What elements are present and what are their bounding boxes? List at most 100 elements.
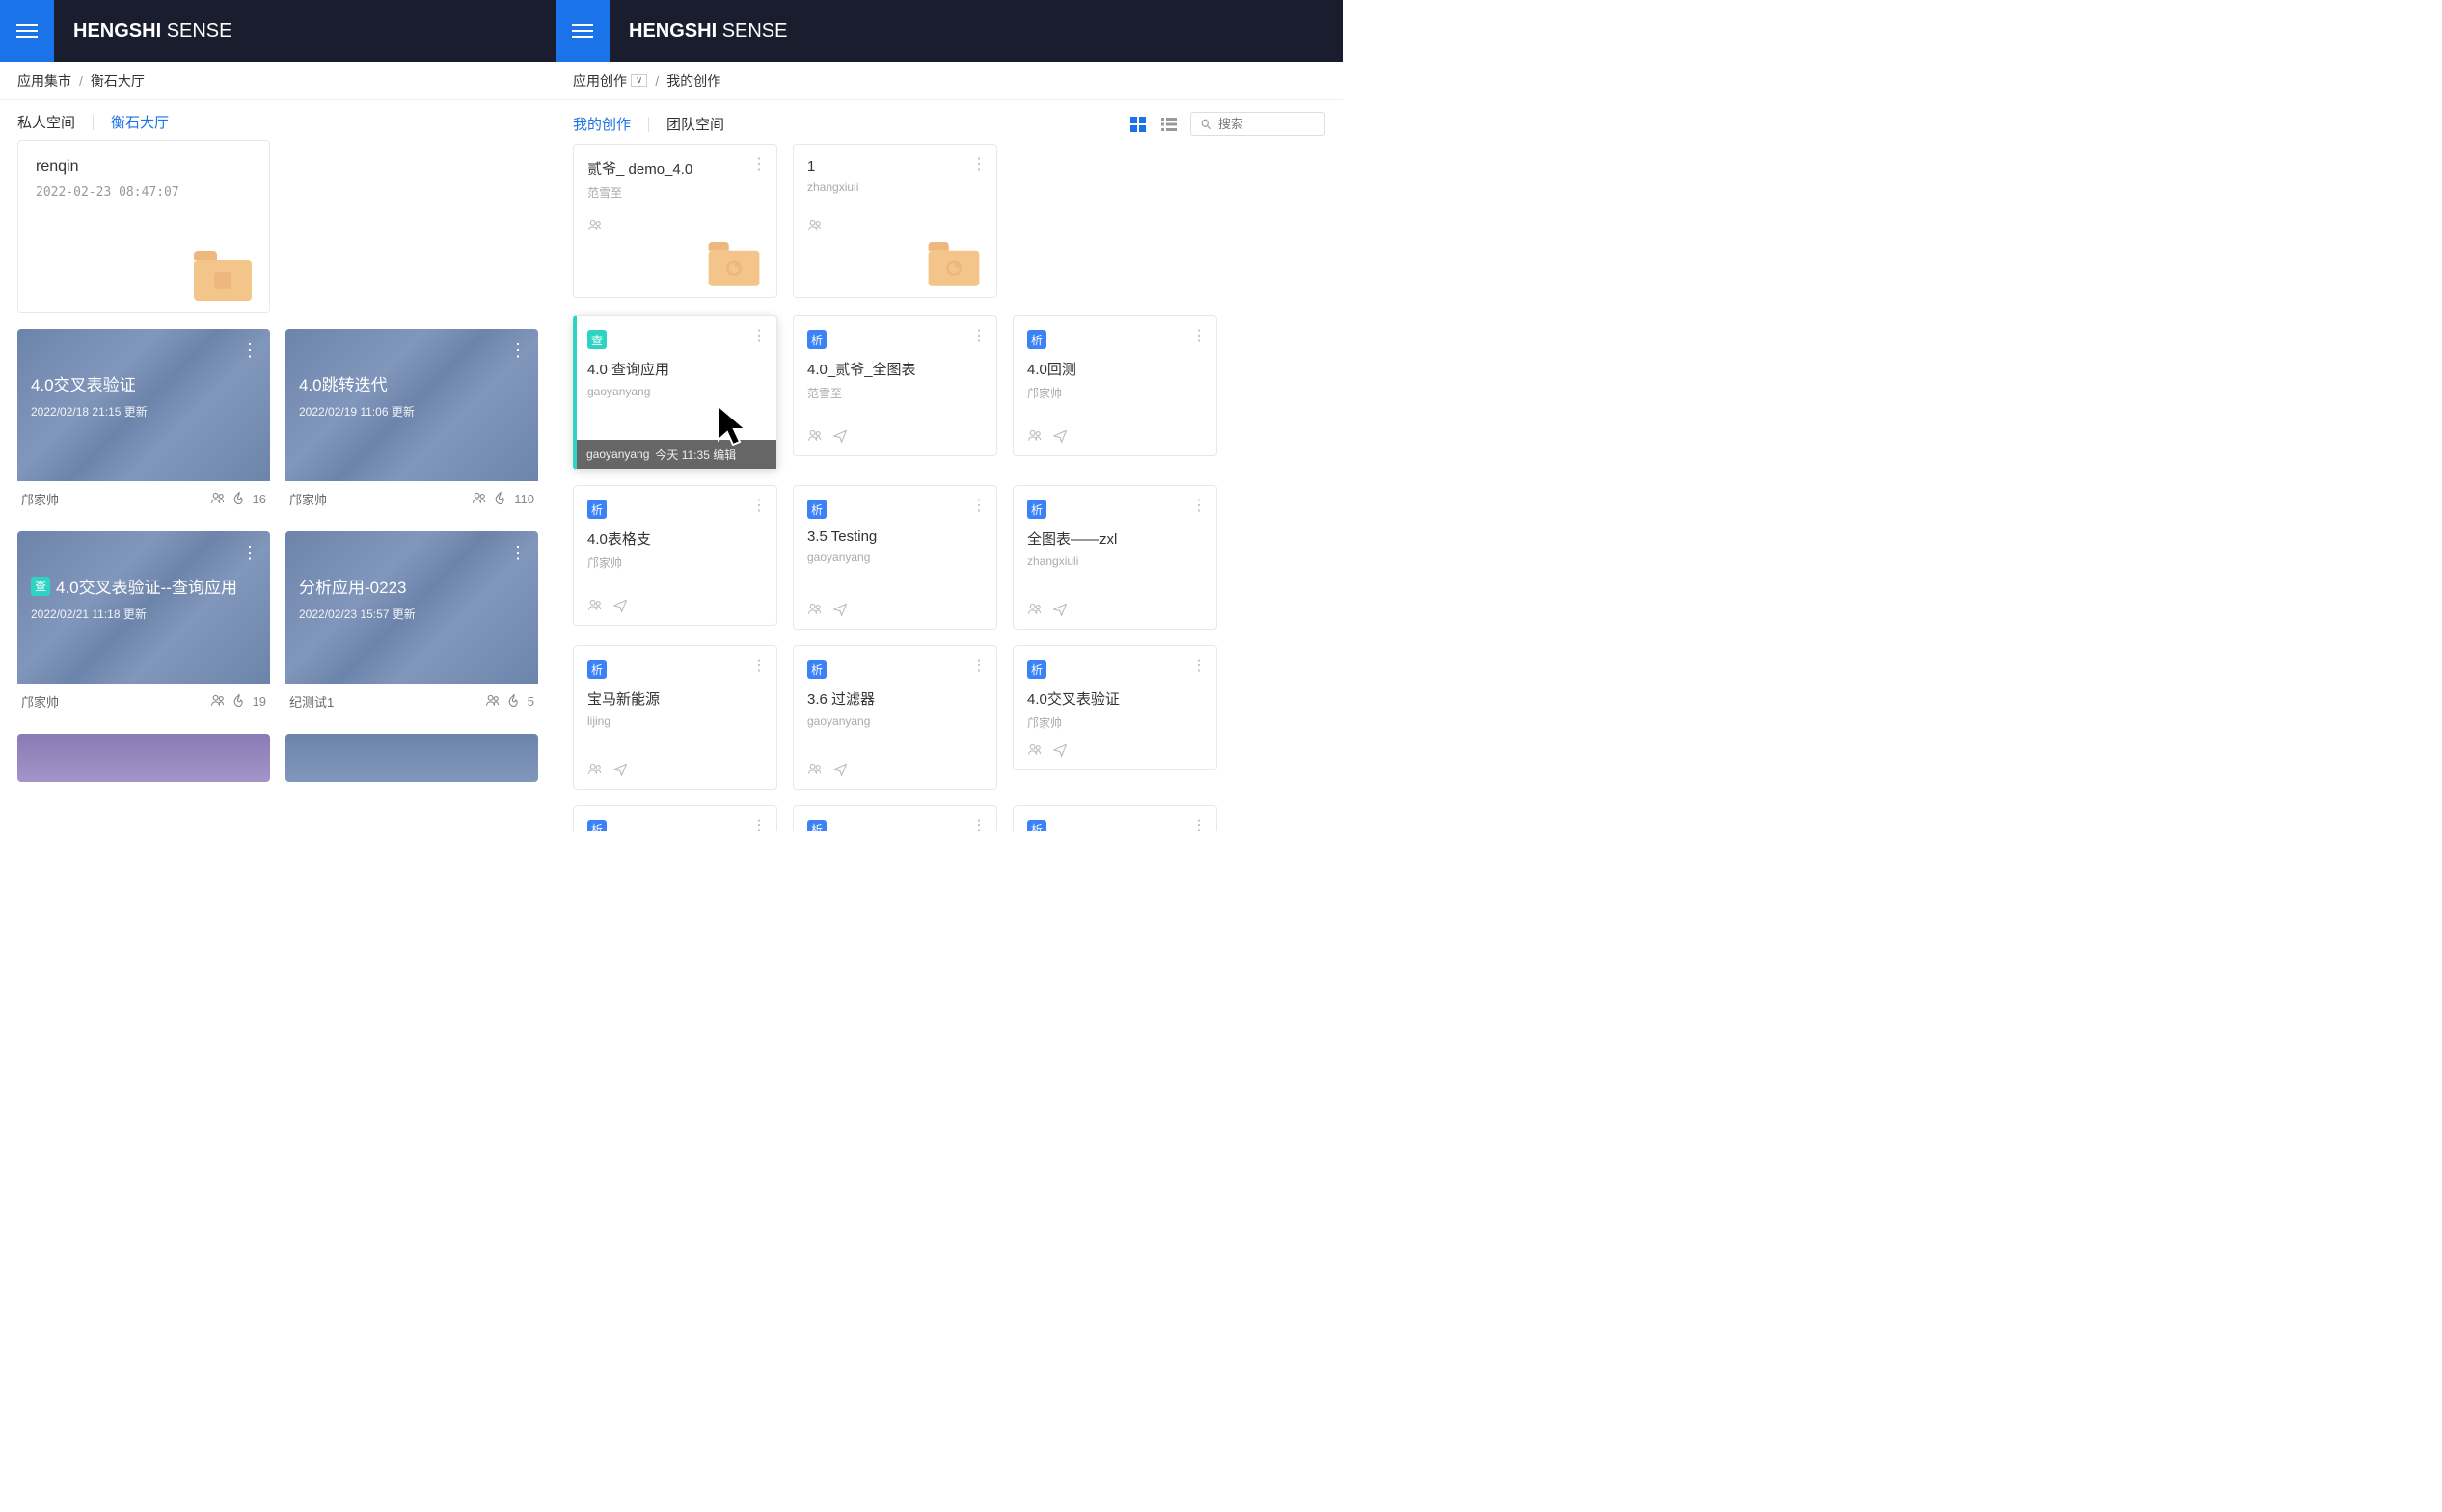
card-title: 4.0交叉表验证 — [1027, 688, 1203, 709]
breadcrumb-item[interactable]: 应用集市 — [17, 71, 71, 91]
card-title: 4.0交叉表验证 — [31, 371, 136, 395]
folder-card[interactable]: renqin 2022-02-23 08:47:07 — [17, 140, 270, 313]
card-title: 4.0_贰爷_全图表 — [807, 359, 983, 379]
more-icon[interactable]: ⋮ — [241, 340, 258, 361]
hover-info: gaoyanyang今天 11:35 编辑 — [577, 440, 776, 469]
folder-name: 贰爷_ demo_4.0 — [587, 158, 763, 178]
card-title: 4.0表格支 — [587, 528, 763, 549]
breadcrumb: 应用集市 / 衡石大厅 — [0, 62, 556, 100]
card-title: 4.0跳转迭代 — [299, 371, 388, 395]
card-owner: 邝家帅 — [21, 692, 210, 711]
card-owner: gaoyanyang — [587, 385, 763, 398]
folder-card[interactable]: ⋮ 贰爷_ demo_4.0 范雪至 — [573, 144, 777, 298]
tabs: 我的创作 团队空间 — [556, 100, 1343, 144]
folder-icon — [194, 251, 252, 299]
card-updated: 2022/02/18 21:15 更新 — [31, 403, 257, 419]
more-icon[interactable]: ⋮ — [971, 154, 987, 174]
tab-team[interactable]: 团队空间 — [666, 114, 724, 134]
header: HENGSHI SENSE — [0, 0, 556, 62]
app-card[interactable]: ⋮ 析 4.0test (1) 邝家帅 — [793, 805, 997, 831]
menu-icon[interactable] — [556, 0, 610, 62]
analyze-badge: 析 — [587, 820, 607, 831]
breadcrumb-item[interactable]: 应用创作 — [573, 71, 627, 91]
tab-hall[interactable]: 衡石大厅 — [111, 112, 169, 132]
app-card[interactable]: ⋮ 析 全图表——zxl zhangxiuli — [1013, 485, 1217, 630]
app-card[interactable]: ⋮ 析 4.0回测 邝家帅 — [1013, 315, 1217, 456]
tab-private[interactable]: 私人空间 — [17, 112, 75, 132]
more-icon[interactable]: ⋮ — [241, 543, 258, 563]
more-icon[interactable]: ⋮ — [751, 326, 767, 345]
analyze-badge: 析 — [1027, 500, 1046, 519]
folder-card[interactable]: ⋮ 1 zhangxiuli — [793, 144, 997, 298]
analyze-badge: 析 — [587, 660, 607, 679]
view-count: 19 — [253, 694, 266, 709]
app-card[interactable]: ⋮ 析 4.0跳转迭代回测 邝家帅 — [573, 805, 777, 831]
analyze-badge: 析 — [807, 660, 827, 679]
more-icon[interactable]: ⋮ — [751, 154, 767, 174]
card-title: 分析应用-0223 — [299, 574, 406, 598]
card-title: 4.0交叉表验证--查询应用 — [56, 574, 237, 598]
app-card[interactable]: ⋮ 4.0交叉表验证 2022/02/18 21:15 更新 邝家帅 16 — [17, 329, 270, 516]
folder-icon — [709, 242, 760, 284]
analyze-badge: 析 — [807, 820, 827, 831]
brand: HENGSHI SENSE — [73, 20, 232, 42]
card-owner: 邝家帅 — [1027, 715, 1203, 731]
app-card[interactable]: ⋮ 析 3.5 Testing gaoyanyang — [793, 485, 997, 630]
more-icon[interactable]: ⋮ — [509, 340, 527, 361]
more-icon[interactable]: ⋮ — [1191, 326, 1207, 345]
more-icon[interactable]: ⋮ — [751, 656, 767, 675]
card-owner: 邝家帅 — [587, 554, 763, 571]
more-icon[interactable]: ⋮ — [971, 496, 987, 515]
app-card[interactable] — [17, 734, 270, 782]
folder-name: renqin — [36, 158, 252, 176]
app-card[interactable]: ⋮ 析 4.0_贰爷_全图表 范雪至 — [793, 315, 997, 456]
app-card[interactable]: ⋮ 析 宝马新能源 lijing — [573, 645, 777, 790]
query-badge: 查 — [31, 577, 50, 596]
more-icon[interactable]: ⋮ — [1191, 656, 1207, 675]
tab-my[interactable]: 我的创作 — [573, 114, 631, 134]
more-icon[interactable]: ⋮ — [971, 816, 987, 831]
card-owner: 范雪至 — [807, 385, 983, 401]
search-input[interactable] — [1190, 112, 1325, 136]
list-view-icon[interactable] — [1159, 115, 1179, 134]
card-title: 3.6 过滤器 — [807, 688, 983, 709]
app-card[interactable]: ⋮ 析 3.6 过滤器 gaoyanyang — [793, 645, 997, 790]
chevron-down-icon[interactable]: ∨ — [631, 74, 647, 87]
more-icon[interactable]: ⋮ — [1191, 496, 1207, 515]
card-title: 3.5 Testing — [807, 528, 983, 545]
card-title: 4.0回测 — [1027, 359, 1203, 379]
app-card[interactable]: ⋮ 查 4.0 查询应用 gaoyanyang gaoyanyang今天 11:… — [573, 315, 777, 470]
breadcrumb-item[interactable]: 我的创作 — [666, 71, 720, 91]
breadcrumb: 应用创作 ∨ / 我的创作 — [556, 62, 1343, 100]
view-count: 110 — [514, 492, 534, 506]
app-card[interactable] — [285, 734, 538, 782]
brand: HENGSHI SENSE — [629, 20, 788, 42]
card-owner: gaoyanyang — [807, 551, 983, 564]
menu-icon[interactable] — [0, 0, 54, 62]
more-icon[interactable]: ⋮ — [971, 656, 987, 675]
analyze-badge: 析 — [1027, 660, 1046, 679]
breadcrumb-item[interactable]: 衡石大厅 — [91, 71, 145, 91]
more-icon[interactable]: ⋮ — [509, 543, 527, 563]
app-card[interactable]: ⋮ 析 医疗大屏- 陈佳君 — [1013, 805, 1217, 831]
app-card[interactable]: ⋮ 析 4.0交叉表验证 邝家帅 — [1013, 645, 1217, 770]
analyze-badge: 析 — [807, 330, 827, 349]
more-icon[interactable]: ⋮ — [1191, 816, 1207, 831]
card-title: 宝马新能源 — [587, 688, 763, 709]
more-icon[interactable]: ⋮ — [971, 326, 987, 345]
analyze-badge: 析 — [587, 500, 607, 519]
card-title: 4.0 查询应用 — [587, 359, 763, 379]
folder-name: 1 — [807, 158, 983, 175]
card-updated: 2022/02/21 11:18 更新 — [31, 606, 257, 622]
app-card[interactable]: ⋮ 查 4.0交叉表验证--查询应用 2022/02/21 11:18 更新 邝家… — [17, 531, 270, 718]
header: HENGSHI SENSE — [556, 0, 1343, 62]
card-owner: 邝家帅 — [1027, 385, 1203, 401]
grid-view-icon[interactable] — [1128, 115, 1148, 134]
app-card[interactable]: ⋮ 分析应用-0223 2022/02/23 15:57 更新 纪测试1 5 — [285, 531, 538, 718]
more-icon[interactable]: ⋮ — [751, 496, 767, 515]
app-card[interactable]: ⋮ 析 4.0表格支 邝家帅 — [573, 485, 777, 626]
folder-icon — [929, 242, 980, 284]
more-icon[interactable]: ⋮ — [751, 816, 767, 831]
app-card[interactable]: ⋮ 4.0跳转迭代 2022/02/19 11:06 更新 邝家帅 110 — [285, 329, 538, 516]
card-title: 全图表——zxl — [1027, 528, 1203, 549]
